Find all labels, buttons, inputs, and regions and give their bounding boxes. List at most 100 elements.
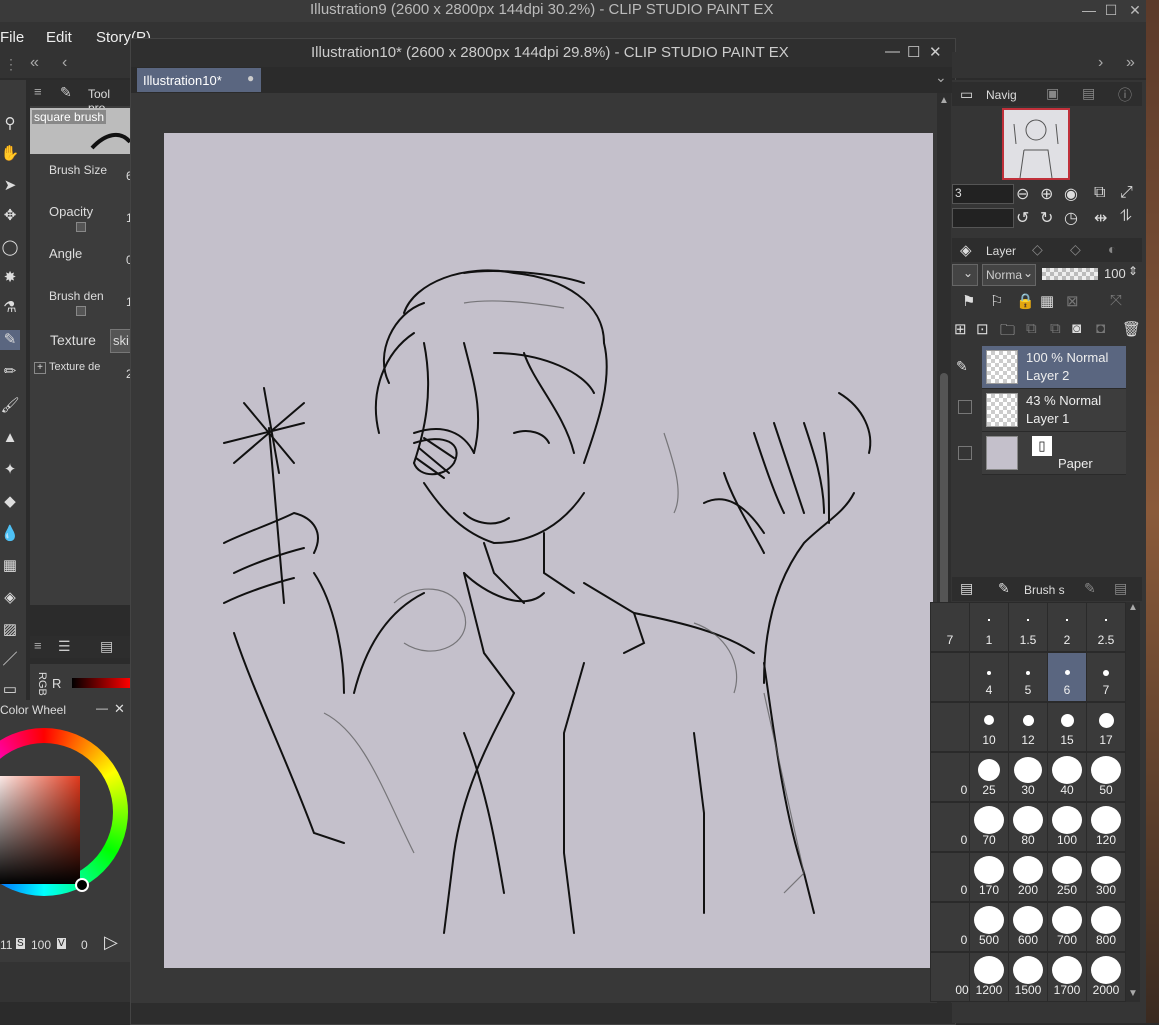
layer-opacity-value[interactable]: 100	[1104, 266, 1126, 281]
lasso-tool-icon[interactable]: ◯	[0, 238, 20, 258]
brush-size-cell[interactable]: 500	[969, 902, 1009, 952]
sub-view-tab-icon[interactable]: ▣	[1046, 85, 1059, 102]
new-folder-icon[interactable]: 🗀	[1000, 320, 1015, 345]
double-chevron-left-icon[interactable]: «	[30, 54, 39, 72]
fill-tool-icon[interactable]: ◈	[0, 588, 20, 608]
brush-size-cell[interactable]: 300	[1086, 852, 1126, 902]
brush-size-cell[interactable]: 12	[1008, 702, 1048, 752]
fit-window-icon[interactable]: ⤢	[1120, 184, 1133, 202]
opacity-checkbox[interactable]	[76, 222, 86, 232]
color-tab-icon[interactable]: ◐	[1108, 241, 1116, 257]
layer-expand-dropdown[interactable]: ⌄	[952, 264, 978, 286]
blend-mode-dropdown[interactable]: Norma ⌄	[982, 264, 1036, 286]
document-tab[interactable]: Illustration10* ●	[137, 68, 261, 92]
brush-size-cell[interactable]: 0	[930, 802, 970, 852]
brush-size-cell[interactable]: 2000	[1086, 952, 1126, 1002]
actual-size-icon[interactable]: ◉	[1064, 184, 1078, 204]
brush-size-cell[interactable]: 200	[1008, 852, 1048, 902]
lock-icon[interactable]: 🔒	[1016, 292, 1035, 310]
brush-size-cell[interactable]: 10	[969, 702, 1009, 752]
close-icon[interactable]: ✕	[114, 701, 125, 717]
zoom-out-icon[interactable]: ⊖	[1016, 184, 1029, 204]
layer-property-tab-icon[interactable]: ▤	[1082, 85, 1095, 102]
opacity-slider[interactable]	[1042, 268, 1098, 280]
figure-tool-icon[interactable]: ▦	[0, 556, 20, 576]
brush-size-cell[interactable]: 1.5	[1008, 602, 1048, 652]
brush-size-cell[interactable]: 600	[1008, 902, 1048, 952]
pencil-tool-icon[interactable]: ✏	[0, 362, 20, 382]
rotate-slider[interactable]	[952, 208, 1014, 228]
maximize-button[interactable]: ☐	[907, 43, 920, 61]
scroll-up-icon[interactable]: ▲	[1128, 602, 1138, 613]
brush-size-cell[interactable]: 17	[1086, 702, 1126, 752]
double-chevron-right-icon[interactable]: »	[1126, 54, 1135, 72]
rotate-right-icon[interactable]: ↻	[1040, 208, 1053, 228]
chevron-down-icon[interactable]: ⌄	[935, 69, 947, 86]
layer-visibility-checkbox[interactable]	[958, 400, 972, 414]
chevron-right-icon[interactable]: ›	[1098, 54, 1103, 72]
brush-size-cell[interactable]: 0	[930, 852, 970, 902]
maximize-button[interactable]: ☐	[1100, 0, 1122, 20]
layer-row-paper[interactable]: ▯ Paper	[982, 432, 1126, 475]
delete-layer-icon[interactable]: 🗑	[1122, 320, 1141, 338]
zoom-in-icon[interactable]: ⊕	[1040, 184, 1053, 204]
brush-size-cell[interactable]: 50	[1086, 752, 1126, 802]
navigator-preview[interactable]	[1002, 108, 1070, 180]
minimize-button[interactable]: —	[885, 43, 900, 60]
apply-mask-icon[interactable]: ◘	[1096, 320, 1105, 337]
minimize-button[interactable]: —	[1078, 0, 1100, 20]
brush-size-cell[interactable]: 170	[969, 852, 1009, 902]
create-mask-icon[interactable]: ◙	[1072, 320, 1081, 337]
brush-size-cell[interactable]: 40	[1047, 752, 1087, 802]
stepper-icon[interactable]: ⇕	[1128, 264, 1138, 278]
scroll-down-icon[interactable]: ▼	[1128, 988, 1138, 999]
gradient-tool-icon[interactable]: ▨	[0, 620, 20, 640]
brush-size-cell[interactable]: 4	[969, 652, 1009, 702]
chevron-left-icon[interactable]: ‹	[62, 54, 67, 72]
move-layer-tool-icon[interactable]: ✥	[0, 206, 20, 226]
rotate-left-icon[interactable]: ↺	[1016, 208, 1029, 228]
brush-size-cell[interactable]	[930, 652, 970, 702]
material-tab-icon[interactable]: ▤	[1114, 580, 1127, 597]
brush-size-cell[interactable]: 700	[1047, 902, 1087, 952]
brush-size-cell-selected[interactable]: 6	[1047, 652, 1087, 702]
layer-tab-icon[interactable]: ◈	[960, 241, 972, 259]
brush-size-cell[interactable]: 250	[1047, 852, 1087, 902]
scroll-up-icon[interactable]: ▲	[939, 95, 949, 106]
play-circle-icon[interactable]: ▷	[104, 932, 118, 953]
decoration-tool-icon[interactable]: ✦	[0, 460, 20, 480]
operation-tool-icon[interactable]: ➤	[0, 176, 20, 196]
brush-size-cell[interactable]: 100	[1047, 802, 1087, 852]
brush-size-cell[interactable]: 1500	[1008, 952, 1048, 1002]
menu-icon[interactable]: ≡	[34, 638, 42, 653]
lock-transparency-icon[interactable]: ▦	[1040, 292, 1054, 310]
line-tool-icon[interactable]: ／	[0, 650, 20, 670]
pen-tab-icon[interactable]: ✎	[1084, 580, 1096, 597]
reference-layer-icon[interactable]: ⚑	[962, 292, 975, 310]
blend-tool-icon[interactable]: 💧	[0, 524, 20, 544]
brush-size-cell[interactable]: 00	[930, 952, 970, 1002]
brush-size-cell[interactable]: 2.5	[1086, 602, 1126, 652]
brush-size-cell[interactable]: 0	[930, 752, 970, 802]
minimize-icon[interactable]: —	[96, 701, 108, 715]
info-tab-icon[interactable]: ⓘ	[1118, 85, 1132, 105]
brush-size-cell[interactable]	[930, 702, 970, 752]
brush-preview[interactable]: square brush	[30, 108, 130, 154]
eraser-tool-icon[interactable]: ◆	[0, 492, 20, 512]
brush-size-cell[interactable]: 800	[1086, 902, 1126, 952]
frame-tool-icon[interactable]: ▭	[0, 680, 20, 700]
brush-size-cell[interactable]: 30	[1008, 752, 1048, 802]
color-slider-tab-icon[interactable]: ☰	[58, 638, 71, 655]
pen-tool-icon[interactable]: ✎	[0, 330, 20, 350]
brush-size-cell[interactable]: 25	[969, 752, 1009, 802]
mask-enable-icon[interactable]: ⊠	[1066, 292, 1079, 310]
reset-rotation-icon[interactable]: ◷	[1064, 208, 1078, 228]
brush-size-cell[interactable]: 120	[1086, 802, 1126, 852]
transfer-down-icon[interactable]: ⧉	[1026, 320, 1037, 337]
close-button[interactable]: ✕	[929, 43, 942, 61]
saturation-value-square[interactable]	[0, 776, 80, 884]
brush-size-cell[interactable]: 2	[1047, 602, 1087, 652]
fit-icon[interactable]: ⧉	[1094, 184, 1105, 202]
ruler-enable-icon[interactable]: ⤧	[1110, 292, 1122, 309]
brush-size-cell[interactable]: 5	[1008, 652, 1048, 702]
